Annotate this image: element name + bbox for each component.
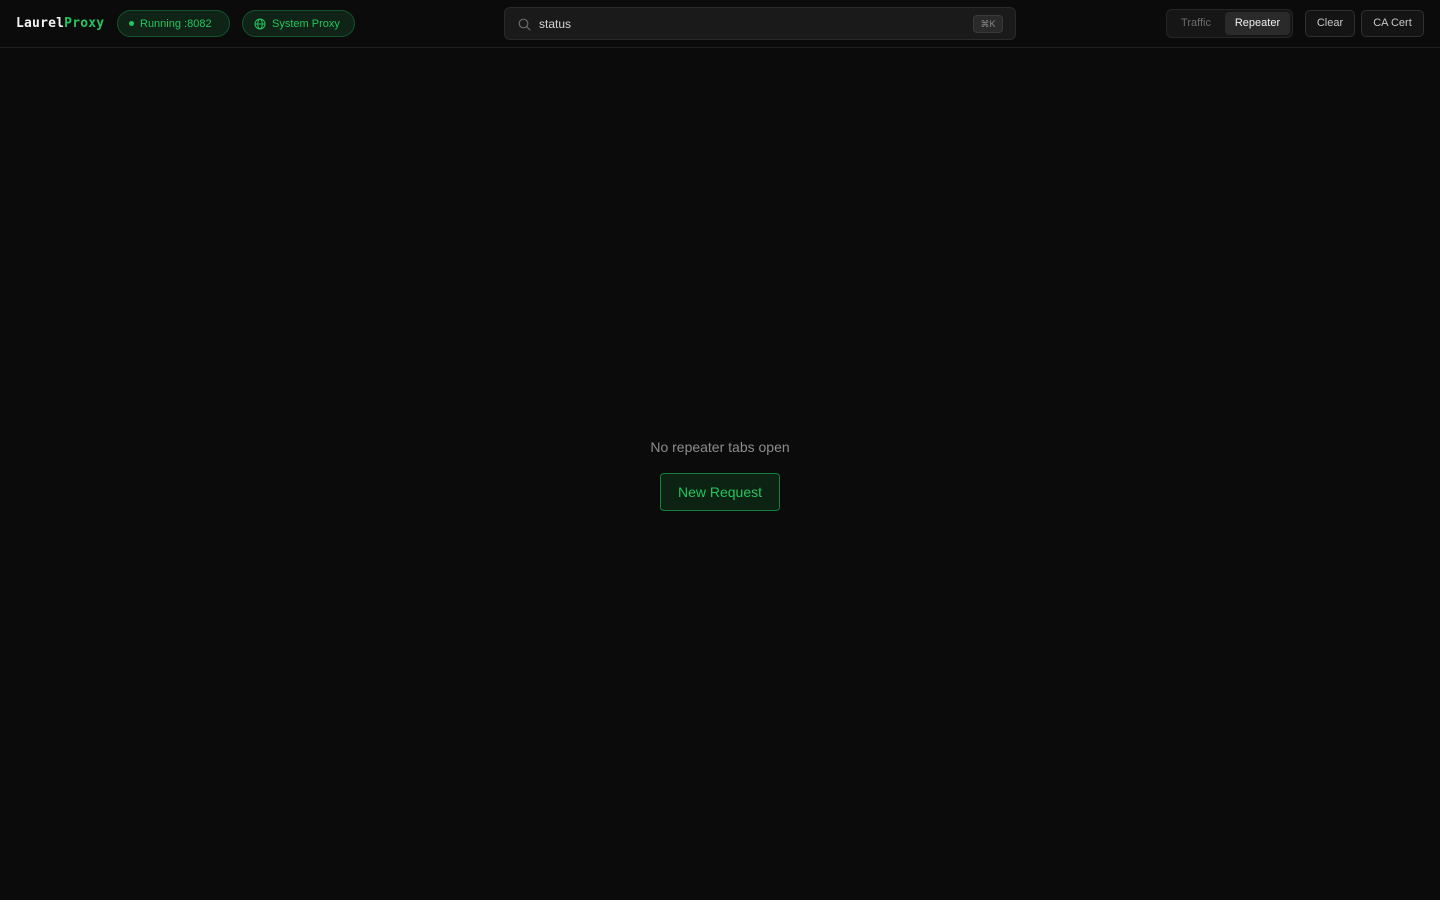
tab-repeater[interactable]: Repeater — [1225, 12, 1290, 35]
globe-icon — [254, 18, 266, 29]
system-proxy-label: System Proxy — [272, 17, 340, 30]
search-input[interactable] — [539, 8, 959, 39]
proxy-running-label: Running :8082 — [140, 17, 212, 30]
proxy-running-badge[interactable]: Running :8082 — [117, 10, 230, 37]
search-shortcut-hint: ⌘K — [973, 15, 1003, 33]
logo-text-primary: Laurel — [16, 16, 65, 31]
clear-button[interactable]: Clear — [1305, 10, 1355, 37]
tab-traffic[interactable]: Traffic — [1169, 12, 1223, 35]
search-icon — [518, 18, 531, 31]
new-request-button[interactable]: New Request — [660, 473, 780, 511]
empty-state-message: No repeater tabs open — [650, 439, 790, 455]
status-dot-icon — [129, 21, 134, 26]
search-bar[interactable]: ⌘K — [504, 7, 1016, 40]
app-logo: LaurelProxy — [16, 14, 104, 34]
system-proxy-toggle[interactable]: System Proxy — [242, 10, 355, 37]
logo-text-accent: Proxy — [64, 16, 105, 31]
top-bar: LaurelProxy Running :8082 System Proxy ⌘… — [0, 0, 1440, 48]
view-switcher: Traffic Repeater — [1166, 9, 1293, 38]
ca-cert-button[interactable]: CA Cert — [1361, 10, 1424, 37]
